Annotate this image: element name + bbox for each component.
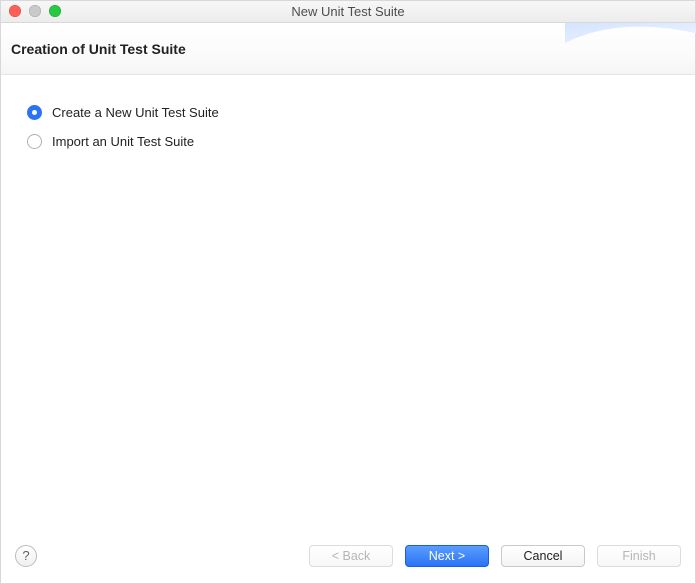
- banner-decoration: [565, 23, 696, 75]
- finish-button: Finish: [597, 545, 681, 567]
- radio-unselected-icon: [27, 134, 42, 149]
- back-button-label: < Back: [332, 549, 371, 563]
- back-button: < Back: [309, 545, 393, 567]
- zoom-icon[interactable]: [49, 5, 61, 17]
- wizard-banner: Creation of Unit Test Suite: [1, 23, 695, 75]
- titlebar: New Unit Test Suite: [1, 1, 695, 23]
- minimize-icon: [29, 5, 41, 17]
- next-button-label: Next >: [429, 549, 465, 563]
- cancel-button-label: Cancel: [524, 549, 563, 563]
- radio-selected-icon: [27, 105, 42, 120]
- option-create-new[interactable]: Create a New Unit Test Suite: [27, 105, 669, 120]
- option-create-new-label: Create a New Unit Test Suite: [52, 105, 219, 120]
- finish-button-label: Finish: [622, 549, 655, 563]
- help-icon: ?: [22, 548, 29, 563]
- close-icon[interactable]: [9, 5, 21, 17]
- next-button[interactable]: Next >: [405, 545, 489, 567]
- window-title: New Unit Test Suite: [291, 4, 404, 19]
- wizard-window: New Unit Test Suite Creation of Unit Tes…: [0, 0, 696, 584]
- page-title: Creation of Unit Test Suite: [11, 41, 186, 57]
- wizard-footer: ? < Back Next > Cancel Finish: [1, 537, 695, 583]
- cancel-button[interactable]: Cancel: [501, 545, 585, 567]
- help-button[interactable]: ?: [15, 545, 37, 567]
- option-import-label: Import an Unit Test Suite: [52, 134, 194, 149]
- wizard-content: Create a New Unit Test Suite Import an U…: [1, 75, 695, 537]
- option-import[interactable]: Import an Unit Test Suite: [27, 134, 669, 149]
- window-controls: [9, 5, 61, 17]
